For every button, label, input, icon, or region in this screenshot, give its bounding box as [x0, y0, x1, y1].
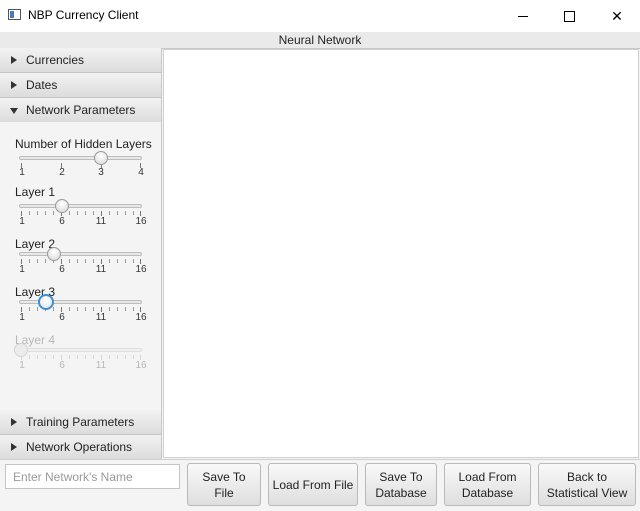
hidden-layers-label: Number of Hidden Layers: [15, 137, 152, 151]
chevron-right-icon: [11, 418, 17, 426]
slider-tick-label: 6: [59, 360, 65, 371]
window-title: NBP Currency Client: [28, 8, 139, 22]
bottom-toolbar: Save To File Load From File Save To Data…: [0, 459, 640, 511]
layer-2-slider-track[interactable]: [19, 252, 142, 256]
slider-tick-label: 2: [59, 167, 65, 178]
accordion-training-parameters[interactable]: Training Parameters: [0, 410, 161, 435]
slider-tick-label: 11: [95, 264, 107, 275]
load-from-database-button[interactable]: Load From Database: [444, 463, 531, 506]
slider-tick-label: 6: [59, 264, 65, 275]
accordion-network-operations[interactable]: Network Operations: [0, 435, 161, 460]
layer-3-slider-thumb[interactable]: [38, 294, 54, 310]
accordion-network-parameters[interactable]: Network Parameters: [0, 98, 161, 123]
slider-tick-label: 16: [135, 216, 147, 227]
layer-1-slider-thumb[interactable]: [55, 199, 69, 213]
slider-ticks: [20, 307, 141, 312]
layer-1-label: Layer 1: [15, 185, 56, 199]
slider-ticks: [20, 211, 141, 216]
accordion-dates[interactable]: Dates: [0, 73, 161, 98]
accordion-currencies[interactable]: Currencies: [0, 48, 161, 73]
close-button[interactable]: ✕: [594, 0, 640, 32]
page-title: Neural Network: [0, 32, 640, 49]
accordion-label: Network Parameters: [26, 103, 136, 117]
slider-tick-label: 3: [98, 167, 104, 178]
slider-tick-label: 1: [19, 312, 25, 323]
network-parameters-panel: Number of Hidden Layers 1 2 3 4 Layer 1: [0, 122, 161, 410]
slider-tick-label: 4: [138, 167, 144, 178]
layer-2-slider-thumb[interactable]: [47, 247, 61, 261]
slider-tick-label: 6: [59, 312, 65, 323]
slider-tick-label: 6: [59, 216, 65, 227]
slider-tick-label: 11: [95, 360, 107, 371]
slider-ticks: [20, 355, 141, 360]
accordion-label: Currencies: [26, 53, 85, 67]
slider-tick-label: 16: [135, 312, 147, 323]
back-to-statistical-view-button[interactable]: Back to Statistical View: [538, 463, 636, 506]
save-to-database-button[interactable]: Save To Database: [365, 463, 437, 506]
sidebar: Currencies Dates Network Parameters Numb…: [0, 48, 162, 460]
title-bar: NBP Currency Client ✕: [0, 0, 640, 32]
minimize-icon: [518, 15, 528, 17]
slider-tick-label: 1: [19, 167, 25, 178]
slider-tick-label: 11: [95, 216, 107, 227]
accordion-label: Network Operations: [26, 440, 133, 454]
slider-ticks: [20, 163, 141, 168]
hidden-layers-slider-thumb[interactable]: [94, 151, 108, 165]
chevron-right-icon: [11, 81, 17, 89]
accordion-label: Training Parameters: [26, 415, 135, 429]
layer-1-slider-track[interactable]: [19, 204, 142, 208]
chevron-right-icon: [11, 56, 17, 64]
hidden-layers-slider-track[interactable]: [19, 156, 142, 160]
maximize-button[interactable]: [546, 0, 592, 32]
slider-tick-label: 1: [19, 216, 25, 227]
slider-tick-label: 1: [19, 360, 25, 371]
accordion-label: Dates: [26, 78, 58, 92]
chevron-down-icon: [10, 108, 18, 114]
save-to-file-button[interactable]: Save To File: [187, 463, 261, 506]
maximize-icon: [563, 10, 575, 22]
network-view-area: [163, 49, 639, 458]
network-name-input[interactable]: [5, 464, 180, 489]
app-window-icon: [8, 9, 21, 20]
slider-ticks: [20, 259, 141, 264]
slider-tick-label: 16: [135, 264, 147, 275]
slider-tick-label: 1: [19, 264, 25, 275]
layer-4-slider-track: [19, 348, 142, 352]
slider-tick-label: 16: [135, 360, 147, 371]
chevron-right-icon: [11, 443, 17, 451]
load-from-file-button[interactable]: Load From File: [268, 463, 358, 506]
minimize-button[interactable]: [500, 0, 546, 32]
close-icon: ✕: [611, 7, 623, 24]
slider-tick-label: 11: [95, 312, 107, 323]
layer-4-slider-thumb: [14, 343, 28, 357]
